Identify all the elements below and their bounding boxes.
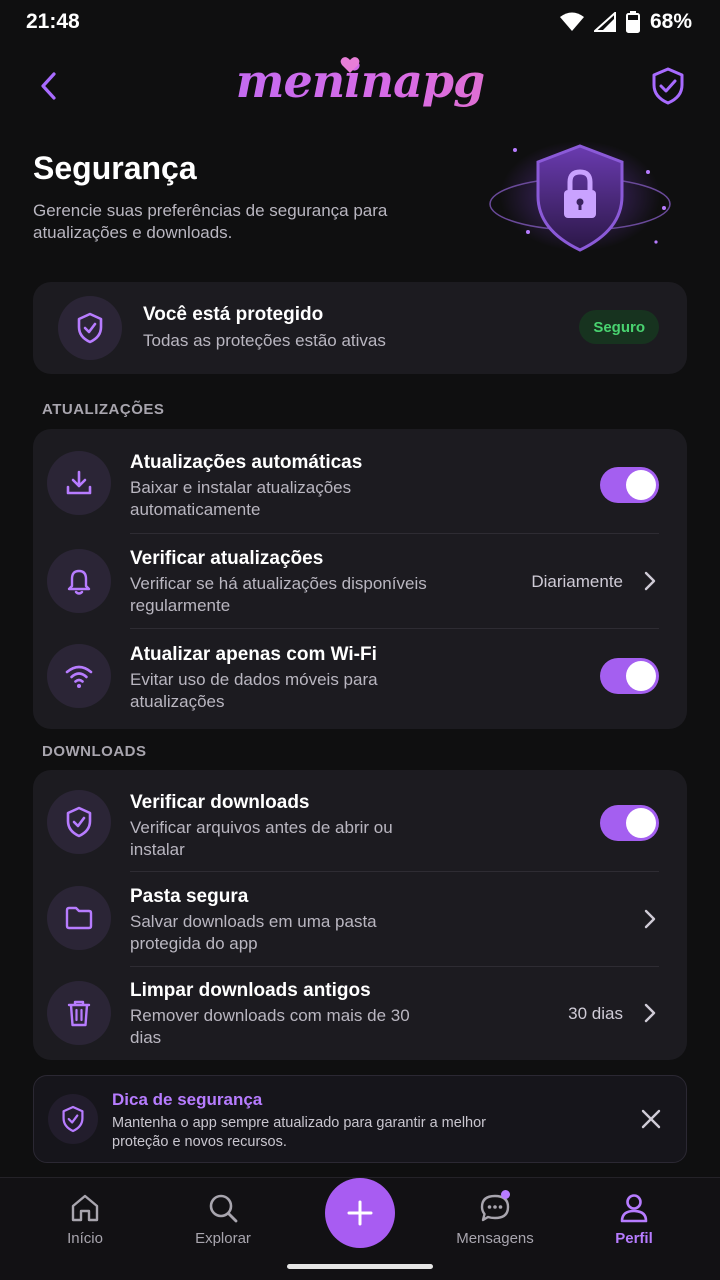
section-label-updates: ATUALIZAÇÕES: [42, 401, 165, 418]
tip-body: Mantenha o app sempre atualizado para ga…: [112, 1115, 487, 1150]
nav-label: Perfil: [615, 1230, 653, 1247]
row-title: Atualizar apenas com Wi-Fi: [130, 644, 377, 665]
row-title: Verificar atualizações: [130, 548, 324, 569]
home-icon: [71, 1194, 99, 1222]
setting-row-clear-old-downloads[interactable]: Limpar downloads antigos Remover downloa…: [33, 967, 687, 1060]
user-icon: [620, 1194, 648, 1223]
check-frequency-value: Diariamente: [531, 572, 623, 591]
nav-item-explore[interactable]: Explorar: [168, 1192, 278, 1247]
home-indicator: [287, 1264, 433, 1269]
tip-title: Dica de segurança: [112, 1090, 263, 1109]
row-subtitle: Evitar uso de dados móveis para atualiza…: [130, 670, 378, 711]
shield-check-icon: [77, 312, 103, 344]
nav-item-profile[interactable]: Perfil: [579, 1192, 689, 1247]
status-title: Você está protegido: [143, 304, 324, 325]
notification-dot: [501, 1190, 510, 1199]
verify-downloads-toggle[interactable]: [600, 805, 659, 841]
chevron-right-icon: [644, 1003, 656, 1023]
row-subtitle: Salvar downloads em uma pasta protegida …: [130, 912, 377, 953]
security-tip-card: Dica de segurança Mantenha o app sempre …: [33, 1075, 687, 1163]
status-time: 21:48: [26, 10, 80, 33]
toggle-knob: [626, 470, 656, 500]
nav-label: Início: [67, 1230, 103, 1247]
row-icon-circle: [47, 790, 111, 854]
row-subtitle: Remover downloads com mais de 30 dias: [130, 1006, 410, 1047]
page-description: Gerencie suas preferências de segurança …: [33, 201, 388, 242]
setting-row-auto-updates[interactable]: Atualizações automáticas Baixar e instal…: [33, 429, 687, 533]
nav-label: Explorar: [195, 1230, 251, 1247]
status-badge: Seguro: [579, 310, 659, 344]
row-title: Verificar downloads: [130, 792, 310, 813]
status-bar: 21:48 68%: [0, 0, 720, 44]
wifi-signal-icon: [559, 12, 584, 31]
page-title: Segurança: [33, 150, 197, 186]
setting-row-secure-folder[interactable]: Pasta segura Salvar downloads em uma pas…: [33, 872, 687, 966]
chevron-right-icon: [644, 909, 656, 929]
app-header: meninapg: [0, 52, 720, 122]
tip-icon-circle: [48, 1094, 98, 1144]
app-logo: meninapg: [0, 54, 720, 108]
nav-item-home[interactable]: Início: [30, 1192, 140, 1247]
nav-item-messages[interactable]: Mensagens: [440, 1190, 550, 1247]
status-icons: 68%: [559, 10, 692, 34]
row-icon-circle: [47, 549, 111, 613]
wifi-only-toggle[interactable]: [600, 658, 659, 694]
lock-shield-illustration: [489, 141, 671, 252]
row-icon-circle: [47, 644, 111, 708]
folder-icon: [65, 906, 93, 930]
row-subtitle: Baixar e instalar atualizações automatic…: [130, 478, 352, 519]
plus-icon: [347, 1200, 373, 1226]
wifi-icon: [65, 665, 93, 688]
downloads-card: Verificar downloads Verificar arquivos a…: [33, 770, 687, 1060]
row-subtitle: Verificar arquivos antes de abrir ou ins…: [130, 818, 393, 859]
status-subtitle: Todas as proteções estão ativas: [143, 331, 386, 350]
trash-icon: [67, 1000, 91, 1027]
close-icon[interactable]: [640, 1108, 662, 1130]
updates-card: Atualizações automáticas Baixar e instal…: [33, 429, 687, 729]
row-icon-circle: [47, 451, 111, 515]
row-icon-circle: [47, 981, 111, 1045]
cell-signal-icon: [593, 12, 616, 32]
setting-row-verify-downloads[interactable]: Verificar downloads Verificar arquivos a…: [33, 770, 687, 871]
setting-row-check-updates[interactable]: Verificar atualizações Verificar se há a…: [33, 534, 687, 629]
row-icon-circle: [47, 886, 111, 950]
row-subtitle: Verificar se há atualizações disponíveis…: [130, 574, 427, 615]
shield-check-icon: [62, 1105, 84, 1133]
setting-row-wifi-only[interactable]: Atualizar apenas com Wi-Fi Evitar uso de…: [33, 629, 687, 729]
shield-check-icon: [66, 806, 92, 838]
toggle-knob: [626, 661, 656, 691]
auto-updates-toggle[interactable]: [600, 467, 659, 503]
status-icon-circle: [58, 296, 122, 360]
section-label-downloads: DOWNLOADS: [42, 743, 147, 760]
clear-period-value: 30 dias: [568, 1004, 623, 1023]
bell-icon: [67, 569, 91, 595]
download-icon: [66, 470, 92, 495]
battery-icon: [625, 11, 640, 33]
chevron-right-icon: [644, 571, 656, 591]
battery-percent: 68%: [649, 10, 692, 33]
heart-icon: [340, 57, 360, 73]
row-title: Pasta segura: [130, 886, 249, 907]
row-title: Limpar downloads antigos: [130, 980, 371, 1001]
add-button[interactable]: [325, 1178, 395, 1248]
toggle-knob: [626, 808, 656, 838]
shield-check-icon[interactable]: [650, 66, 686, 106]
protection-status-card: Você está protegido Todas as proteções e…: [33, 282, 687, 374]
search-icon: [209, 1194, 238, 1223]
row-title: Atualizações automáticas: [130, 452, 363, 473]
nav-label: Mensagens: [456, 1230, 534, 1247]
